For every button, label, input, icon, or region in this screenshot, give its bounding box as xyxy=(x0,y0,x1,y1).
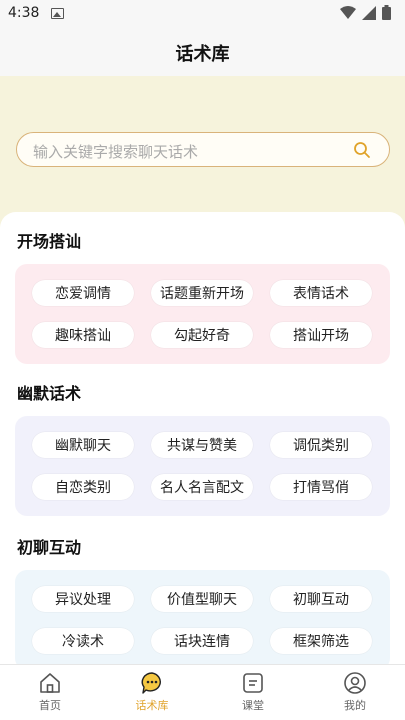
chip[interactable]: 价值型聊天 xyxy=(151,586,253,612)
battery-icon xyxy=(382,5,391,20)
wifi-icon xyxy=(340,5,356,19)
bottom-tab-bar: 首页 话术库 课堂 我的 xyxy=(0,664,405,720)
tab-label: 话术库 xyxy=(135,699,169,712)
chip[interactable]: 调侃类别 xyxy=(270,432,372,458)
chip[interactable]: 异议处理 xyxy=(32,586,134,612)
tab-label: 首页 xyxy=(39,699,61,712)
tab-scripts[interactable]: 话术库 xyxy=(117,671,187,713)
chip[interactable]: 勾起好奇 xyxy=(151,322,253,348)
tab-profile[interactable]: 我的 xyxy=(320,671,390,713)
tab-label: 课堂 xyxy=(242,699,264,712)
chat-bubble-icon xyxy=(141,672,161,694)
section-card-opening: 恋爱调情 话题重新开场 表情话术 趣味搭讪 勾起好奇 搭讪开场 xyxy=(15,264,390,364)
notebook-icon xyxy=(243,673,263,693)
section-title-humor: 幽默话术 xyxy=(17,384,82,403)
section-card-first-chat: 异议处理 价值型聊天 初聊互动 冷读术 话块连情 框架筛选 xyxy=(15,570,390,665)
page-title: 话术库 xyxy=(175,44,230,65)
search-icon[interactable] xyxy=(353,141,371,159)
chip[interactable]: 初聊互动 xyxy=(270,586,372,612)
section-title-first-chat: 初聊互动 xyxy=(17,538,82,557)
chip[interactable]: 冷读术 xyxy=(32,628,134,654)
chip[interactable]: 趣味搭讪 xyxy=(32,322,134,348)
content-panel: 开场搭讪 恋爱调情 话题重新开场 表情话术 趣味搭讪 勾起好奇 搭讪开场 幽默话… xyxy=(0,212,405,665)
chip[interactable]: 恋爱调情 xyxy=(32,280,134,306)
chip[interactable]: 搭讪开场 xyxy=(270,322,372,348)
chip[interactable]: 自恋类别 xyxy=(32,474,134,500)
status-bar: 4:38 xyxy=(0,0,405,28)
chip[interactable]: 名人名言配文 xyxy=(151,474,253,500)
chip[interactable]: 共谋与赞美 xyxy=(151,432,253,458)
search-placeholder: 输入关键字搜索聊天话术 xyxy=(33,143,199,161)
chip[interactable]: 幽默聊天 xyxy=(32,432,134,458)
signal-icon xyxy=(362,5,376,20)
section-title-opening: 开场搭讪 xyxy=(17,232,82,251)
status-icons xyxy=(340,5,391,20)
chip[interactable]: 框架筛选 xyxy=(270,628,372,654)
home-icon xyxy=(40,673,60,693)
tab-label: 我的 xyxy=(344,699,366,712)
chip[interactable]: 打情骂俏 xyxy=(270,474,372,500)
tab-classroom[interactable]: 课堂 xyxy=(218,671,288,713)
section-card-humor: 幽默聊天 共谋与赞美 调侃类别 自恋类别 名人名言配文 打情骂俏 xyxy=(15,416,390,516)
search-input[interactable]: 输入关键字搜索聊天话术 xyxy=(16,132,390,167)
chip[interactable]: 表情话术 xyxy=(270,280,372,306)
image-notification-icon xyxy=(51,8,64,19)
header: 话术库 xyxy=(0,28,405,76)
chip[interactable]: 话块连情 xyxy=(151,628,253,654)
status-time: 4:38 xyxy=(8,5,40,21)
chip[interactable]: 话题重新开场 xyxy=(151,280,253,306)
profile-icon xyxy=(344,672,366,694)
tab-home[interactable]: 首页 xyxy=(15,671,85,713)
